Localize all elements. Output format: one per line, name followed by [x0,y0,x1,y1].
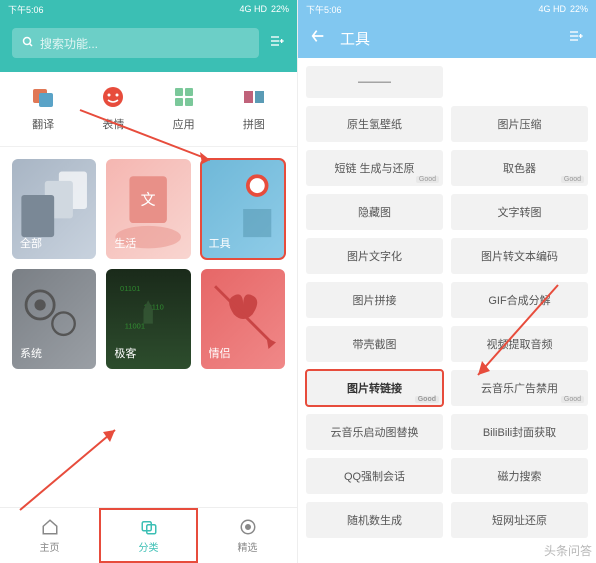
card-label: 极客 [114,345,136,361]
card-label: 生活 [114,235,136,251]
category-apps[interactable]: 应用 [171,84,197,132]
tool-chip[interactable]: 视频提取音频 [451,326,588,362]
card-label: 系统 [20,345,42,361]
status-battery: 22% [271,4,289,14]
tool-chip[interactable]: 带壳截图 [306,326,443,362]
tool-chip[interactable]: 图片压缩 [451,106,588,142]
category-emoji[interactable]: 表情 [100,84,126,132]
nav-home[interactable]: 主页 [0,508,99,563]
status-time: 下午5:06 [306,3,342,16]
tool-chip[interactable]: 短链 生成与还原Good [306,150,443,186]
page-title: 工具 [340,28,554,49]
back-icon[interactable] [310,28,326,49]
svg-text:01101: 01101 [120,284,140,293]
good-tag: Good [415,396,439,403]
card-geek[interactable]: 011011011011001 极客 [106,269,190,369]
good-tag: Good [416,176,439,183]
tool-chip[interactable]: 图片转链接Good [306,370,443,406]
tool-chip[interactable]: 短网址还原 [451,502,588,538]
card-life[interactable]: 文 生活 [106,159,190,259]
search-placeholder: 搜索功能... [40,35,98,52]
puzzle-icon [241,84,267,110]
status-battery: 22% [570,4,588,14]
category-puzzle[interactable]: 拼图 [241,84,267,132]
category-row: 翻译 表情 应用 拼图 [0,72,297,147]
card-label: 情侣 [209,345,231,361]
search-icon [22,36,34,51]
tool-list: ———原生氢壁纸图片压缩短链 生成与还原Good取色器Good隐藏图文字转图图片… [298,58,596,563]
category-label: 应用 [173,116,195,132]
status-bar: 下午5:06 4G HD 22% [0,0,297,18]
status-bar: 下午5:06 4G HD 22% [298,0,596,18]
header: 工具 [298,18,596,58]
category-label: 表情 [102,116,124,132]
status-signal: 4G HD [239,4,267,14]
category-label: 翻译 [32,116,54,132]
category-label: 拼图 [243,116,265,132]
card-label: 全部 [20,235,42,251]
tool-chip[interactable]: ——— [306,66,443,98]
nav-category[interactable]: 分类 [99,508,198,563]
tool-chip[interactable]: 磁力搜索 [451,458,588,494]
good-tag: Good [561,176,584,183]
card-grid: 全部 文 生活 工具 系统 011011011011001 极客 情侣 [0,147,297,381]
tool-chip[interactable]: 隐藏图 [306,194,443,230]
bottom-nav: 主页 分类 精选 [0,507,297,563]
tool-chip[interactable]: 图片转文本编码 [451,238,588,274]
translate-icon [30,84,56,110]
svg-text:文: 文 [141,191,156,208]
add-icon[interactable] [269,33,285,54]
nav-label: 精选 [238,539,258,554]
good-tag: Good [561,396,584,403]
search-area: 搜索功能... [0,18,297,72]
nav-label: 分类 [139,539,159,554]
tool-chip[interactable]: 云音乐广告禁用Good [451,370,588,406]
tool-chip[interactable]: QQ强制会话 [306,458,443,494]
tool-chip[interactable]: 原生氢壁纸 [306,106,443,142]
tool-chip[interactable]: BiliBili封面获取 [451,414,588,450]
nav-featured[interactable]: 精选 [198,508,297,563]
tool-chip[interactable]: 文字转图 [451,194,588,230]
tool-chip[interactable]: 取色器Good [451,150,588,186]
card-couple[interactable]: 情侣 [201,269,285,369]
tool-chip[interactable]: GIF合成分解 [451,282,588,318]
phone-left: 下午5:06 4G HD 22% 搜索功能... 翻译 表情 [0,0,298,563]
phone-right: 下午5:06 4G HD 22% 工具 ——— 原生氢壁纸图片压缩短链 生成与还原… [298,0,596,563]
tool-chip[interactable]: 云音乐启动图替换 [306,414,443,450]
nav-label: 主页 [40,539,60,554]
watermark: 头条问答 [544,542,592,559]
annotation-arrow [10,420,130,520]
tool-chip[interactable]: 图片文字化 [306,238,443,274]
search-input[interactable]: 搜索功能... [12,28,259,58]
menu-add-icon[interactable] [568,28,584,49]
svg-text:11001: 11001 [125,321,145,330]
card-system[interactable]: 系统 [12,269,96,369]
tool-chip[interactable]: 图片拼接 [306,282,443,318]
emoji-icon [100,84,126,110]
card-label: 工具 [209,235,231,251]
card-all[interactable]: 全部 [12,159,96,259]
apps-icon [171,84,197,110]
status-signal: 4G HD [538,4,566,14]
tool-chip[interactable]: 随机数生成 [306,502,443,538]
card-tools[interactable]: 工具 [201,159,285,259]
status-time: 下午5:06 [8,3,44,16]
category-translate[interactable]: 翻译 [30,84,56,132]
